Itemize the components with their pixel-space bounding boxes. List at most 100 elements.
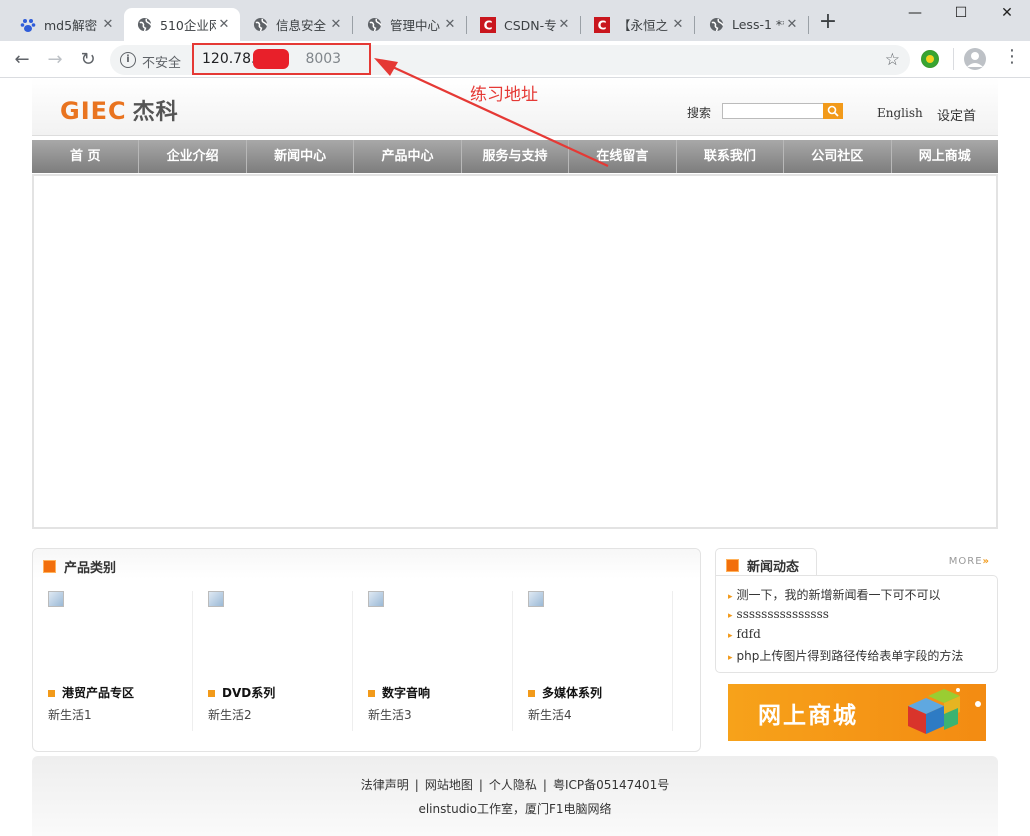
- profile-avatar-icon[interactable]: [964, 48, 986, 70]
- product-name[interactable]: 港贸产品专区: [48, 684, 134, 701]
- news-item[interactable]: ▸ fdfd: [728, 627, 761, 641]
- close-tab-icon[interactable]: ✕: [100, 17, 116, 33]
- nav-item-home[interactable]: 首 页: [32, 140, 140, 173]
- nav-item-shop[interactable]: 网上商城: [892, 140, 998, 173]
- info-icon[interactable]: i: [120, 52, 136, 68]
- close-tab-icon[interactable]: ✕: [556, 17, 572, 33]
- close-tab-icon[interactable]: ✕: [442, 17, 458, 33]
- new-tab-button[interactable]: +: [817, 11, 839, 34]
- close-tab-icon[interactable]: ✕: [784, 17, 800, 33]
- browser-tab-bar: md5解密 ✕ 510企业网 ✕ 信息安全 ✕ 管理中心 ✕ C CSDN-专 …: [0, 0, 1030, 41]
- globe-icon: [366, 17, 382, 33]
- csdn-icon: C: [480, 16, 496, 33]
- product-card[interactable]: 港贸产品专区 新生活1: [33, 591, 193, 731]
- product-name-text: 多媒体系列: [542, 686, 603, 700]
- product-card[interactable]: 多媒体系列 新生活4: [513, 591, 673, 731]
- nav-item-support[interactable]: 服务与支持: [462, 140, 570, 173]
- product-name-text: DVD系列: [222, 686, 276, 700]
- insecure-label: 不安全: [142, 56, 182, 71]
- products-title: 产品类别: [64, 561, 117, 576]
- extension-icon[interactable]: [921, 50, 939, 68]
- browser-menu-icon[interactable]: ⋮: [1003, 48, 1021, 66]
- back-arrow-icon[interactable]: ←: [11, 49, 33, 71]
- nav-item-contact[interactable]: 联系我们: [677, 140, 785, 173]
- close-tab-icon[interactable]: ✕: [216, 17, 232, 33]
- nav-item-message[interactable]: 在线留言: [569, 140, 677, 173]
- csdn-icon: C: [594, 16, 610, 33]
- product-name[interactable]: DVD系列: [208, 684, 275, 701]
- search-input[interactable]: [722, 103, 824, 119]
- news-title: 新闻动态: [747, 560, 800, 575]
- tab-title: 信息安全: [276, 18, 327, 33]
- browser-tab[interactable]: 管理中心 ✕: [354, 8, 466, 41]
- product-card[interactable]: 数字音响 新生活3: [353, 591, 513, 731]
- footer-links: 法律声明 | 网站地图 | 个人隐私 | 粤ICP备05147401号: [32, 776, 998, 793]
- news-item[interactable]: ▸ 测一下，我的新增新闻看一下可不可以: [728, 586, 941, 603]
- footer-separator: |: [542, 778, 547, 792]
- forward-arrow-icon[interactable]: →: [44, 49, 66, 71]
- toolbar-divider: [953, 48, 954, 70]
- more-text: MORE: [948, 556, 983, 567]
- news-item-text: sssssssssssssss: [736, 607, 829, 621]
- site-footer: 法律声明 | 网站地图 | 个人隐私 | 粤ICP备05147401号 elinstudio…: [32, 756, 998, 836]
- news-more-link[interactable]: MORE»: [949, 556, 990, 567]
- products-title-wrap: 产品类别: [43, 557, 116, 576]
- news-box: 新闻动态 MORE» ▸ 测一下，我的新增新闻看一下可不可以 ▸ sssssssss…: [715, 548, 998, 675]
- english-link[interactable]: English: [877, 106, 923, 120]
- news-item[interactable]: ▸ sssssssssssssss: [728, 607, 829, 621]
- nav-item-community[interactable]: 公司社区: [784, 140, 892, 173]
- search-icon: [827, 105, 839, 117]
- news-title-wrap: 新闻动态: [726, 556, 799, 575]
- news-item[interactable]: ▸ php上传图片得到路径传给表单字段的方法: [728, 647, 963, 664]
- tab-title: 【永恒之: [618, 18, 669, 33]
- bookmark-star-icon[interactable]: ☆: [885, 50, 900, 70]
- product-desc: 新生活4: [528, 708, 572, 722]
- window-close-icon[interactable]: ✕: [984, 2, 1030, 26]
- close-tab-icon[interactable]: ✕: [670, 17, 686, 33]
- browser-tab[interactable]: Less-1 ** ✕: [696, 8, 808, 41]
- bullet-icon: [48, 690, 55, 697]
- product-desc: 新生活1: [48, 708, 92, 722]
- minimize-icon[interactable]: —: [892, 2, 938, 26]
- tab-divider: [580, 16, 581, 34]
- tab-title: Less-1 **: [732, 17, 784, 32]
- tab-divider: [808, 16, 809, 34]
- nav-item-news[interactable]: 新闻中心: [247, 140, 355, 173]
- search-button[interactable]: [823, 103, 843, 119]
- reload-icon[interactable]: ↻: [77, 49, 99, 71]
- footer-link-sitemap[interactable]: 网站地图: [425, 778, 473, 792]
- bullet-icon: [368, 690, 375, 697]
- browser-tab-active[interactable]: 510企业网 ✕: [124, 8, 240, 41]
- annotation-label: 练习地址: [470, 85, 538, 105]
- product-name-text: 数字音响: [382, 686, 431, 700]
- search-label: 搜索: [687, 106, 712, 120]
- browser-tab[interactable]: C 【永恒之 ✕: [582, 8, 694, 41]
- shop-ad-text: 网上商城: [758, 703, 858, 729]
- maximize-icon[interactable]: ☐: [938, 2, 984, 26]
- product-name[interactable]: 数字音响: [368, 684, 430, 701]
- nav-item-about[interactable]: 企业介绍: [139, 140, 247, 173]
- footer-link-privacy[interactable]: 个人隐私: [489, 778, 537, 792]
- footer-icp[interactable]: 粤ICP备05147401号: [553, 778, 669, 792]
- footer-link-legal[interactable]: 法律声明: [361, 778, 409, 792]
- nav-item-products[interactable]: 产品中心: [354, 140, 462, 173]
- tab-divider: [352, 16, 353, 34]
- broken-image-icon: [48, 591, 64, 607]
- orange-square-icon: [43, 560, 56, 573]
- site-logo[interactable]: GIEC 杰科: [60, 94, 179, 126]
- set-home-link[interactable]: 设定首: [937, 105, 976, 124]
- product-name[interactable]: 多媒体系列: [528, 684, 602, 701]
- product-card[interactable]: DVD系列 新生活2: [193, 591, 353, 731]
- bullet-icon: [528, 690, 535, 697]
- tab-title: CSDN-专: [504, 18, 556, 33]
- logo-latin: GIEC: [60, 97, 127, 125]
- browser-tab[interactable]: md5解密 ✕: [8, 8, 124, 41]
- product-desc: 新生活3: [368, 708, 412, 722]
- footer-copyright: elinstudio工作室，厦门F1电脑网络: [418, 802, 612, 816]
- browser-tab[interactable]: 信息安全 ✕: [240, 8, 352, 41]
- browser-tab[interactable]: C CSDN-专 ✕: [468, 8, 580, 41]
- footer-separator: |: [478, 778, 483, 792]
- news-item-text: php上传图片得到路径传给表单字段的方法: [736, 649, 964, 663]
- online-shop-banner[interactable]: 网上商城: [728, 684, 986, 741]
- close-tab-icon[interactable]: ✕: [328, 17, 344, 33]
